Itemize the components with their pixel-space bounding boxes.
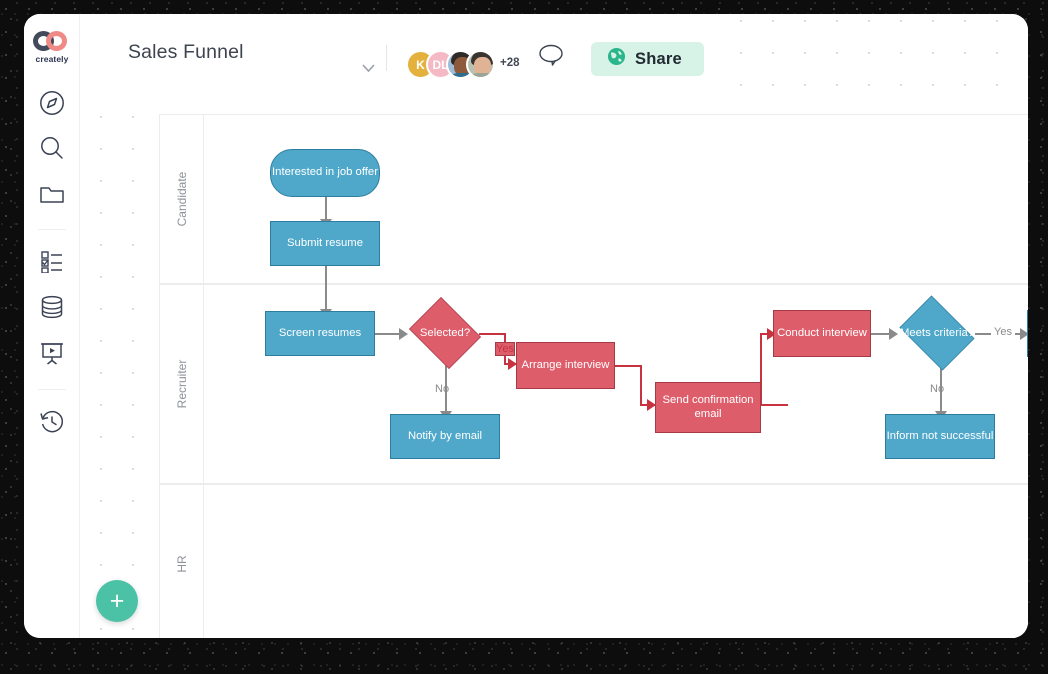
presentation-icon [39, 341, 65, 366]
globe-icon [607, 47, 626, 71]
edge-label-criteria-no: No [930, 383, 945, 395]
node-interested-in-job-offer[interactable]: Interested in job offer [270, 149, 380, 197]
sidebar-item-search[interactable] [24, 131, 80, 165]
swimlane-body-hr[interactable] [204, 485, 1028, 638]
explore-icon [39, 90, 65, 116]
node-label: Inform not successful [886, 429, 994, 442]
chevron-down-icon[interactable] [362, 59, 375, 77]
edge-label-criteria-yes: Yes [991, 326, 1015, 338]
edge-label-selected-no: No [435, 383, 450, 395]
node-label: Send confirmation email [662, 394, 754, 420]
node-screen-resumes[interactable]: Screen resumes [265, 311, 375, 356]
diagram-canvas[interactable]: Candidate Recruiter HR No Yes No Yes Int… [80, 14, 1028, 638]
add-shape-button[interactable]: + [96, 580, 138, 622]
sidebar-item-tasks[interactable] [24, 244, 80, 278]
node-label: Screen resumes [278, 326, 362, 339]
connector-interested-to-submit [325, 197, 327, 221]
edge-label-selected-yes: Yes [495, 342, 515, 356]
app-window: Candidate Recruiter HR No Yes No Yes Int… [24, 14, 1028, 638]
node-label: Interested in job offer [272, 166, 378, 179]
node-arrange-assessment-date[interactable]: Arrange assessment d [1027, 310, 1028, 357]
node-label: Conduct interview [777, 326, 867, 339]
share-label: Share [635, 49, 682, 68]
connector-arrange-to-send-v [640, 365, 642, 406]
swimlane-label: HR [174, 555, 189, 573]
swimlane-header-recruiter[interactable]: Recruiter [160, 285, 204, 483]
sidebar-item-history[interactable] [24, 404, 80, 438]
node-label: Submit resume [287, 236, 363, 249]
sidebar-item-present[interactable] [24, 336, 80, 370]
avatar-overflow-count[interactable]: +28 [500, 57, 520, 69]
search-icon [39, 135, 65, 161]
share-button[interactable]: Share [591, 42, 704, 76]
swimlane-label: Candidate [174, 171, 189, 227]
document-toolbar: Sales Funnel K DL +28 Share [80, 14, 711, 92]
node-conduct-interview[interactable]: Conduct interview [773, 310, 871, 357]
toolbar-divider [386, 45, 387, 71]
comment-bubble-icon[interactable] [531, 40, 571, 70]
brand-name: creately [35, 54, 69, 64]
plus-icon: + [109, 586, 125, 615]
node-submit-resume[interactable]: Submit resume [270, 221, 380, 266]
node-arrange-interview[interactable]: Arrange interview [516, 342, 615, 389]
node-selected-decision[interactable]: Selected? [405, 297, 485, 369]
logo-mark [31, 31, 73, 51]
folder-icon [39, 182, 65, 206]
connector-arrange-to-send-h1 [615, 365, 642, 367]
node-inform-not-successful[interactable]: Inform not successful [885, 414, 995, 459]
sidebar-item-folders[interactable] [24, 177, 80, 211]
sidebar-item-data[interactable] [24, 290, 80, 324]
left-sidebar: creately [24, 14, 80, 638]
avatar-photo [468, 52, 493, 77]
sidebar-divider [38, 229, 66, 230]
node-label: Selected? [419, 327, 471, 339]
node-meets-criteria-decision[interactable]: Meets criteria? [894, 295, 980, 371]
creately-logo[interactable]: creately [30, 31, 74, 64]
swimlane-header-hr[interactable]: HR [160, 485, 204, 638]
connector-submit-to-screen [325, 266, 327, 311]
swimlane-header-candidate[interactable]: Candidate [160, 115, 204, 283]
sidebar-divider [38, 389, 66, 390]
swimlane-label: Recruiter [174, 359, 189, 409]
avatar-initials: K [416, 57, 425, 72]
database-icon [39, 295, 65, 319]
node-send-confirmation-email[interactable]: Send confirmation email [655, 382, 761, 433]
swimlane-hr[interactable]: HR [159, 484, 1028, 638]
node-label: Notify by email [407, 429, 483, 442]
connector-send-to-conduct-h1 [760, 404, 788, 406]
avatar[interactable] [466, 50, 495, 79]
checklist-icon [39, 249, 65, 273]
node-notify-by-email[interactable]: Notify by email [390, 414, 500, 459]
node-label: Meets criteria? [899, 327, 975, 339]
history-icon [39, 409, 65, 434]
swimlane-container: Candidate Recruiter HR No Yes No Yes Int… [159, 114, 1028, 638]
node-label: Arrange interview [521, 358, 610, 371]
sidebar-item-explore[interactable] [24, 86, 80, 120]
page-title[interactable]: Sales Funnel [128, 41, 244, 64]
